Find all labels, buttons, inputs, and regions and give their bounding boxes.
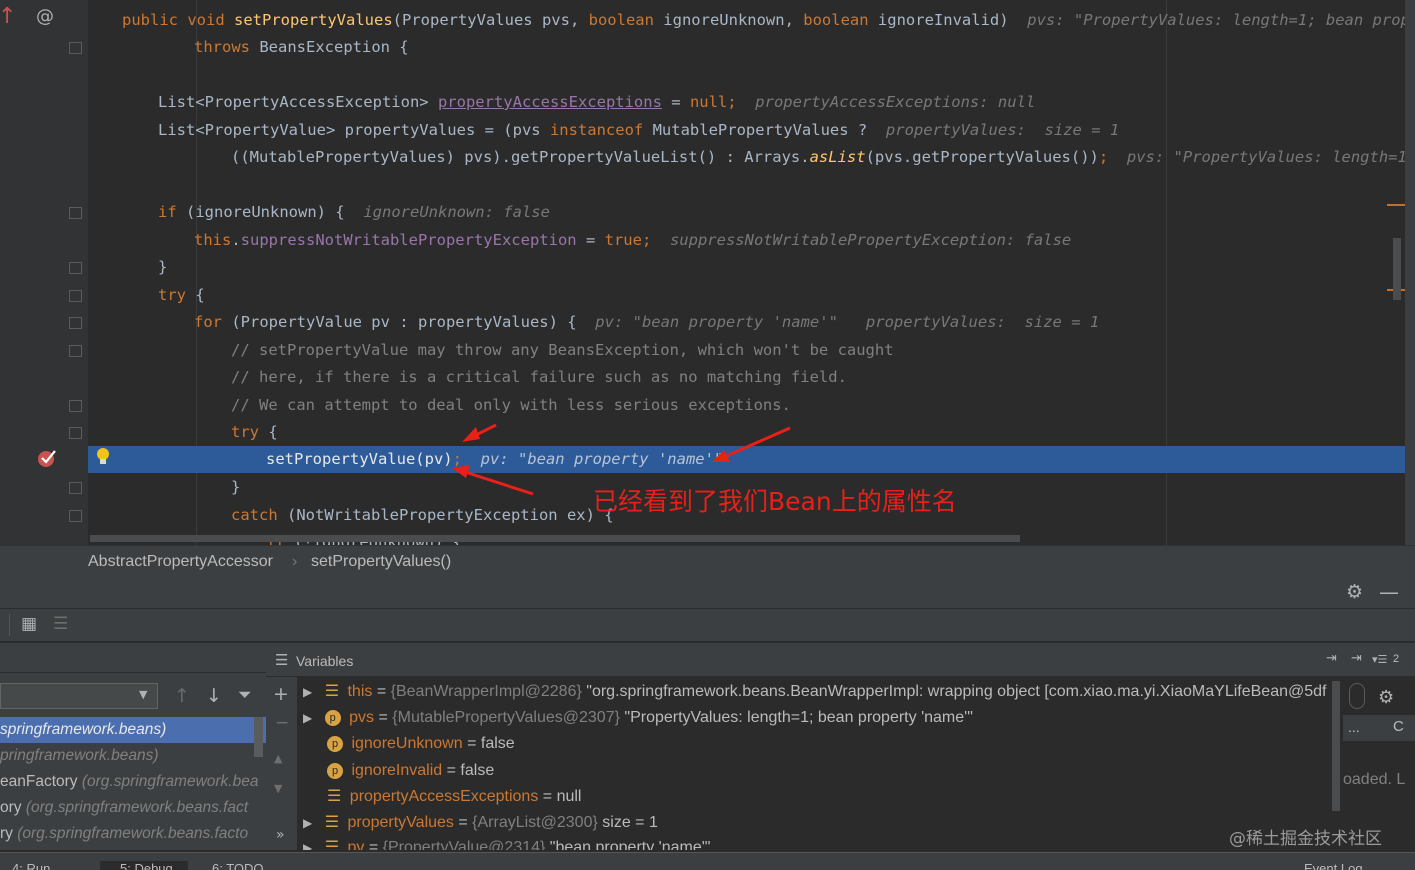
parameter-icon: p <box>324 709 341 726</box>
variable-row[interactable]: ▶ ☰ propertyValues = {ArrayList@2300} si… <box>303 810 1388 836</box>
annotation-arrows <box>452 423 791 496</box>
field-stack-icon: ☰ <box>324 839 340 850</box>
variable-row[interactable]: ☰ propertyAccessExceptions = null <box>327 784 1412 810</box>
layout-count: 2 <box>1393 653 1400 665</box>
add-watch-icon[interactable]: + <box>273 683 289 705</box>
frames-table-icon[interactable]: ▦ <box>21 614 37 634</box>
list-icon: ☰ <box>275 651 289 669</box>
variable-row[interactable]: ▶ ☰ this = {BeanWrapperImpl@2286} "org.s… <box>303 679 1388 705</box>
minimize-icon[interactable]: — <box>1379 580 1399 604</box>
frame-item[interactable]: springframework.beans) <box>0 717 266 743</box>
filter-icon[interactable]: ⏷ <box>238 685 252 705</box>
parameter-icon: p <box>327 735 343 752</box>
restore-layout-icon[interactable]: ⇥ <box>1326 651 1337 666</box>
expand-arrow-icon[interactable]: ▶ <box>303 841 312 850</box>
side-tabs: ... C <box>1343 715 1415 741</box>
variable-row[interactable]: p ignoreInvalid = false <box>327 758 1412 784</box>
toolbar-divider <box>9 614 10 636</box>
breadcrumb-method[interactable]: setPropertyValues() <box>311 553 451 571</box>
threads-layout-icon[interactable]: ☰ <box>53 614 68 634</box>
field-stack-icon: ☰ <box>327 788 342 805</box>
thread-selector-dropdown[interactable]: ▼ <box>0 683 158 709</box>
tab-todo[interactable]: 6: TODO <box>212 861 264 870</box>
expand-arrow-icon[interactable]: ▶ <box>303 685 312 699</box>
arrow-up-icon[interactable]: ↑ <box>174 685 190 707</box>
frame-item[interactable]: pringframework.beans) <box>0 743 266 769</box>
frame-item[interactable]: eanFactory (org.springframework.bea <box>0 769 266 795</box>
annotation-text: 已经看到了我们Bean上的属性名 <box>593 487 957 516</box>
arrow-down-icon[interactable]: ↓ <box>206 685 222 707</box>
settings-gear-icon[interactable]: ⚙ <box>1346 581 1363 603</box>
move-up-icon[interactable]: ▲ <box>274 752 282 765</box>
more-icon[interactable]: » <box>276 827 285 843</box>
bottom-tool-bar: 4: Run 5: Debug 6: TODO Event Log <box>0 852 1415 870</box>
variables-scrollbar[interactable] <box>1332 681 1340 811</box>
tab-event-log[interactable]: Event Log <box>1304 861 1363 870</box>
console-loaded-text: oaded. L <box>1343 771 1406 788</box>
settings-gear-icon[interactable]: ⚙ <box>1378 687 1394 708</box>
side-toggle[interactable] <box>1349 683 1365 709</box>
frames-scrollbar[interactable] <box>254 717 263 757</box>
side-dots[interactable]: ... <box>1348 719 1360 735</box>
breadcrumb-separator-icon: › <box>292 553 298 570</box>
variables-title: Variables <box>296 653 354 669</box>
variable-row[interactable]: p ignoreUnknown = false <box>327 731 1412 757</box>
side-c-tab[interactable]: C <box>1393 718 1404 735</box>
tab-debug[interactable]: 5: Debug <box>100 861 188 870</box>
frames-panel: ▼ ↑ ↓ ⏷ springframework.beans) pringfram… <box>0 643 266 850</box>
tab-run[interactable]: 4: Run <box>12 861 50 870</box>
variable-row[interactable]: ▶ p pvs = {MutablePropertyValues@2307} "… <box>303 705 1388 731</box>
pin-layout-icon[interactable]: ⇥ <box>1351 651 1362 666</box>
variable-row[interactable]: ▶ ☰ pv = {PropertyValue@2314} "bean prop… <box>303 836 1388 850</box>
expand-arrow-icon[interactable]: ▶ <box>303 816 312 830</box>
code-editor[interactable]: ↑ @ public void setPropertyValues(Proper… <box>0 0 1415 545</box>
layout-menu-icon[interactable]: ▾☰ <box>1372 653 1387 666</box>
variables-side-toolbar: + − ▲ ▼ » <box>266 677 297 850</box>
variables-header: ☰ Variables ⇥ ⇥ ▾☰ 2 <box>266 643 1415 677</box>
remove-watch-icon[interactable]: − <box>275 713 289 733</box>
expand-arrow-icon[interactable]: ▶ <box>303 711 312 725</box>
parameter-icon: p <box>327 762 343 779</box>
breadcrumb: AbstractPropertyAccessor › setPropertyVa… <box>0 545 1415 578</box>
frame-item[interactable]: ory (org.springframework.beans.fact <box>0 795 266 821</box>
debug-header: ⚙ — <box>0 578 1415 608</box>
watermark: @稀土掘金技术社区 <box>1229 829 1382 849</box>
frame-item[interactable]: ry (org.springframework.beans.facto <box>0 821 266 847</box>
field-stack-icon: ☰ <box>324 814 340 831</box>
debug-toolbar: ▦ ☰ <box>0 608 1415 642</box>
chevron-down-icon: ▼ <box>139 688 148 701</box>
variables-panel: ☰ Variables ⇥ ⇥ ▾☰ 2 + − ▲ ▼ » ▶ ☰ this … <box>266 643 1415 850</box>
field-stack-icon: ☰ <box>324 683 340 700</box>
breadcrumb-class[interactable]: AbstractPropertyAccessor <box>88 553 273 571</box>
frames-header <box>0 643 266 673</box>
move-down-icon[interactable]: ▼ <box>274 782 282 795</box>
